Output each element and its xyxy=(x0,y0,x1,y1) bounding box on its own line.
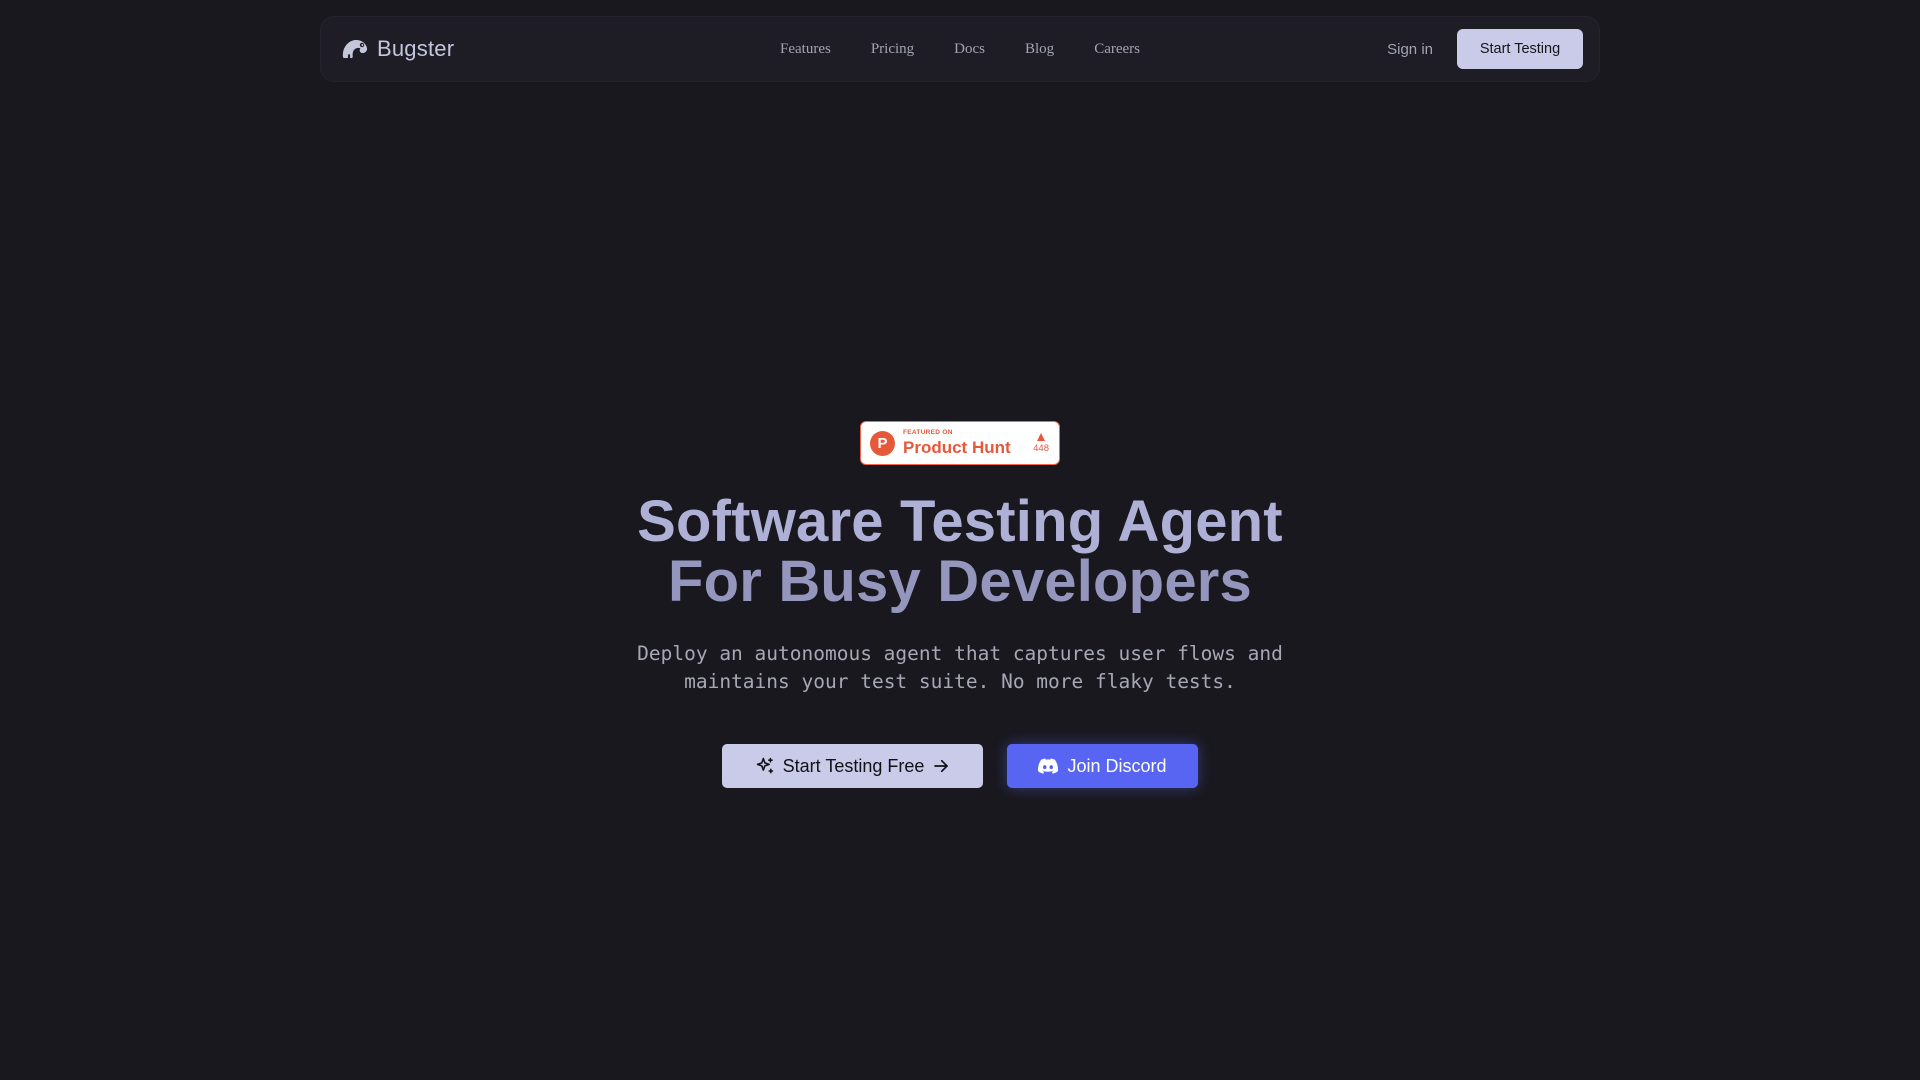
start-testing-button[interactable]: Start Testing xyxy=(1457,29,1583,69)
sign-in-link[interactable]: Sign in xyxy=(1387,41,1433,58)
product-hunt-logo-icon: P xyxy=(870,430,895,456)
brand-logo-link[interactable]: Bugster xyxy=(341,36,454,62)
join-discord-button[interactable]: Join Discord xyxy=(1007,744,1198,788)
nav-link-features[interactable]: Features xyxy=(780,41,831,58)
start-testing-free-button[interactable]: Start Testing Free xyxy=(722,744,983,788)
discord-icon xyxy=(1038,758,1059,774)
hero-subtitle: Deploy an autonomous agent that captures… xyxy=(560,640,1360,696)
arrow-right-icon xyxy=(932,757,950,775)
landing-page: Bugster Features Pricing Docs Blog Caree… xyxy=(0,0,1920,1080)
hero-title-line-2: For Busy Developers xyxy=(668,549,1252,614)
hero-title-line-1: Software Testing Agent xyxy=(637,489,1283,554)
brand-name: Bugster xyxy=(377,36,455,61)
join-discord-label: Join Discord xyxy=(1067,755,1167,776)
nav-links: Features Pricing Docs Blog Careers xyxy=(780,41,1140,58)
nav-link-docs[interactable]: Docs xyxy=(954,41,985,58)
product-hunt-name: Product Hunt xyxy=(903,437,1011,457)
chameleon-logo-icon xyxy=(341,37,369,61)
product-hunt-badge[interactable]: P FEATURED ON Product Hunt 448 xyxy=(860,421,1060,465)
nav-link-pricing[interactable]: Pricing xyxy=(871,41,914,58)
upvote-counter: 448 xyxy=(1033,432,1049,454)
featured-on-label: FEATURED ON xyxy=(903,429,953,437)
nav-actions: Sign in Start Testing xyxy=(1387,29,1583,69)
sparkles-icon xyxy=(755,756,775,776)
upvote-triangle-icon xyxy=(1037,432,1046,441)
top-navbar: Bugster Features Pricing Docs Blog Caree… xyxy=(320,16,1600,82)
hero-subtitle-line-2: maintains your test suite. No more flaky… xyxy=(684,670,1236,693)
nav-link-careers[interactable]: Careers xyxy=(1094,41,1140,58)
hero-subtitle-line-1: Deploy an autonomous agent that captures… xyxy=(637,642,1283,665)
product-hunt-text: FEATURED ON Product Hunt xyxy=(903,430,1011,456)
nav-link-blog[interactable]: Blog xyxy=(1025,41,1054,58)
start-testing-free-label: Start Testing Free xyxy=(782,755,925,776)
hero-title: Software Testing Agent For Busy Develope… xyxy=(0,492,1920,612)
upvote-count: 448 xyxy=(1033,442,1049,454)
